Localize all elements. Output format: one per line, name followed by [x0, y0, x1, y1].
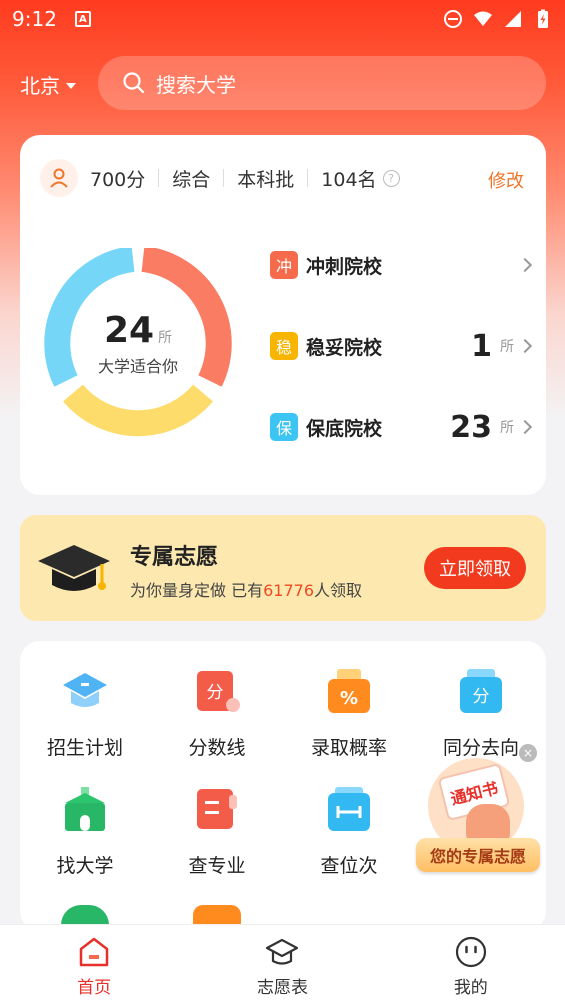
- wifi-icon: [474, 11, 492, 26]
- total-unit: 所: [158, 330, 173, 346]
- status-time: 9:12: [12, 7, 57, 31]
- divider: [307, 169, 309, 187]
- profile-row: 700分 综合 本科批 104名 ?: [40, 159, 400, 197]
- promo-float-widget[interactable]: 通知书 您的专属志愿: [416, 752, 540, 876]
- tier-unit: 所: [500, 420, 514, 436]
- tier-count: 23: [450, 409, 492, 445]
- tier-label: 保底院校: [306, 417, 383, 440]
- batch-value: 本科批: [237, 168, 295, 191]
- tier-count: 1: [471, 328, 492, 364]
- edit-button[interactable]: 修改: [488, 167, 524, 193]
- tool-find-major[interactable]: 查专业: [152, 785, 282, 878]
- university-icon: [65, 787, 105, 831]
- donut-center: 24 所 大学适合你: [40, 310, 236, 377]
- svg-text:分: 分: [207, 683, 224, 703]
- graduation-cap-icon: [63, 673, 107, 707]
- banner-count: 61776: [263, 581, 314, 600]
- svg-text:分: 分: [473, 687, 490, 707]
- recommendation-card: 700分 综合 本科批 104名 ? 修改 24 所 大学适合你 冲 冲刺院校 稳…: [20, 135, 546, 495]
- donut-segment-safety: [63, 384, 213, 437]
- status-bar: 9:12 A: [0, 0, 565, 38]
- tier-label: 稳妥院校: [306, 336, 383, 359]
- tool-find-university[interactable]: 找大学: [20, 785, 150, 878]
- tier-backup[interactable]: 保 保底院校 23 所: [270, 409, 533, 445]
- user-icon: [40, 159, 78, 197]
- nav-home[interactable]: 首页: [0, 925, 188, 1004]
- search-placeholder: 搜索大学: [156, 72, 236, 97]
- tier-reach[interactable]: 冲 冲刺院校: [270, 248, 533, 282]
- home-icon: [79, 937, 109, 967]
- banner-sub-prefix: 为你量身定做 已有: [130, 581, 264, 600]
- tier-unit: 所: [500, 339, 514, 355]
- total-count: 24: [103, 310, 155, 351]
- location-selector[interactable]: 北京: [20, 70, 76, 99]
- exclusive-plan-banner[interactable]: 专属志愿 为你量身定做 已有61776人领取 立即领取: [20, 515, 546, 621]
- major-book-icon: [197, 789, 237, 829]
- promo-label: 您的专属志愿: [416, 838, 540, 872]
- tier-badge: 保: [270, 413, 298, 441]
- nav-label: 我的: [453, 978, 488, 998]
- claim-button[interactable]: 立即领取: [424, 547, 526, 589]
- tool-label: 招生计划: [46, 737, 123, 759]
- tool-admission-plan[interactable]: 招生计划: [20, 667, 150, 760]
- graduation-cap-icon: [266, 938, 299, 965]
- tier-badge: 冲: [270, 251, 298, 279]
- tier-safe[interactable]: 稳 稳妥院校 1 所: [270, 328, 533, 364]
- nav-label: 志愿表: [256, 978, 308, 998]
- banner-sub-suffix: 人领取: [314, 581, 363, 600]
- divider: [158, 169, 160, 187]
- do-not-disturb-icon: [444, 10, 462, 28]
- nav-application-form[interactable]: 志愿表: [188, 925, 376, 1004]
- svg-text:%: %: [340, 688, 358, 709]
- signal-icon: [505, 11, 521, 27]
- bottom-navigation: 首页 志愿表 我的: [0, 924, 565, 1004]
- tool-score-line[interactable]: 分 分数线: [152, 667, 282, 760]
- chevron-right-icon: [517, 257, 533, 273]
- location-label: 北京: [20, 74, 60, 98]
- tier-label: 冲刺院校: [306, 255, 383, 278]
- chevron-right-icon: [517, 419, 533, 435]
- tool-label: 查位次: [320, 855, 378, 877]
- tool-rank[interactable]: 查位次: [284, 785, 414, 878]
- accessibility-icon: A: [74, 11, 91, 27]
- subject-value: 综合: [172, 168, 211, 191]
- tool-label: 查专业: [188, 855, 246, 877]
- close-icon[interactable]: ×: [519, 744, 537, 762]
- banner-subtitle: 为你量身定做 已有61776人领取: [130, 577, 362, 601]
- score-value: 700分: [90, 168, 146, 191]
- tool-admission-probability[interactable]: % 录取概率: [284, 667, 414, 760]
- nav-label: 首页: [77, 978, 112, 998]
- graduation-cap-icon: [38, 545, 110, 591]
- caret-down-icon: [66, 82, 76, 89]
- search-bar[interactable]: 搜索大学: [98, 56, 546, 110]
- rank-value: 104名: [321, 168, 377, 191]
- same-score-icon: 分: [460, 669, 502, 713]
- divider: [223, 169, 225, 187]
- percent-basket-icon: %: [328, 669, 370, 713]
- help-icon[interactable]: ?: [382, 169, 400, 187]
- tool-label: 录取概率: [310, 737, 387, 759]
- chevron-right-icon: [517, 338, 533, 354]
- banner-title: 专属志愿: [130, 545, 219, 570]
- search-icon: [123, 72, 145, 94]
- smiley-icon: [455, 936, 486, 968]
- nav-profile[interactable]: 我的: [377, 925, 565, 1004]
- tier-badge: 稳: [270, 332, 298, 360]
- battery-icon: [538, 9, 548, 28]
- tool-label: 找大学: [56, 855, 114, 877]
- tool-label: 分数线: [188, 737, 246, 759]
- total-caption: 大学适合你: [97, 357, 178, 376]
- rank-icon: [328, 787, 370, 831]
- score-line-icon: 分: [197, 671, 240, 712]
